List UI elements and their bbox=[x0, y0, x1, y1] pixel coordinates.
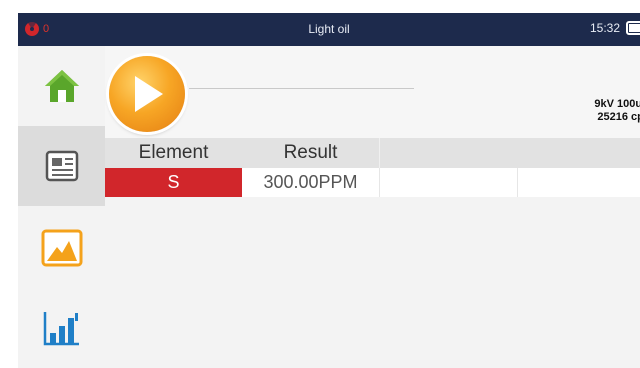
column-header-element: Element bbox=[138, 142, 209, 163]
spectrum-icon bbox=[41, 229, 82, 267]
results-table: Element Result S 300.00PPM bbox=[105, 138, 640, 197]
sidebar-item-report[interactable] bbox=[18, 126, 105, 206]
home-icon bbox=[44, 70, 79, 102]
count-rate: 25216 cps bbox=[597, 111, 640, 123]
play-icon bbox=[135, 76, 163, 112]
sidebar bbox=[18, 46, 105, 368]
empty-cell bbox=[518, 168, 640, 197]
measurement-header: 9kV 100uA 25216 cps bbox=[105, 46, 640, 138]
voltage-current: 9kV 100uA bbox=[594, 98, 640, 110]
sidebar-item-home[interactable] bbox=[18, 46, 105, 126]
empty-cell bbox=[380, 168, 518, 197]
battery-icon bbox=[626, 21, 640, 35]
sidebar-item-spectrum[interactable] bbox=[18, 208, 105, 288]
header-filler bbox=[379, 138, 640, 168]
bar-chart-icon bbox=[43, 312, 79, 346]
report-icon bbox=[45, 150, 78, 182]
start-measurement-button[interactable] bbox=[109, 56, 185, 132]
table-row[interactable]: S 300.00PPM bbox=[105, 168, 640, 197]
device-screen: 0 Light oil 15:32 9kV 100u 25216 c Eleme… bbox=[18, 13, 640, 368]
measurement-params: 9kV 100uA 25216 cps bbox=[594, 98, 640, 124]
mode-title: Light oil bbox=[308, 22, 350, 36]
column-header-result: Result bbox=[283, 142, 338, 163]
element-cell: S bbox=[105, 168, 242, 197]
status-right: 15:32 bbox=[590, 21, 640, 35]
clock: 15:32 bbox=[589, 21, 620, 35]
sidebar-item-statistics[interactable] bbox=[18, 288, 105, 368]
main-panel: 9kV 100uA 25216 cps Element Result S 300… bbox=[105, 46, 640, 368]
status-bar: 0 Light oil 15:32 bbox=[18, 13, 640, 46]
progress-track bbox=[189, 88, 414, 89]
table-header: Element Result bbox=[105, 138, 640, 168]
result-cell: 300.00PPM bbox=[242, 168, 380, 197]
